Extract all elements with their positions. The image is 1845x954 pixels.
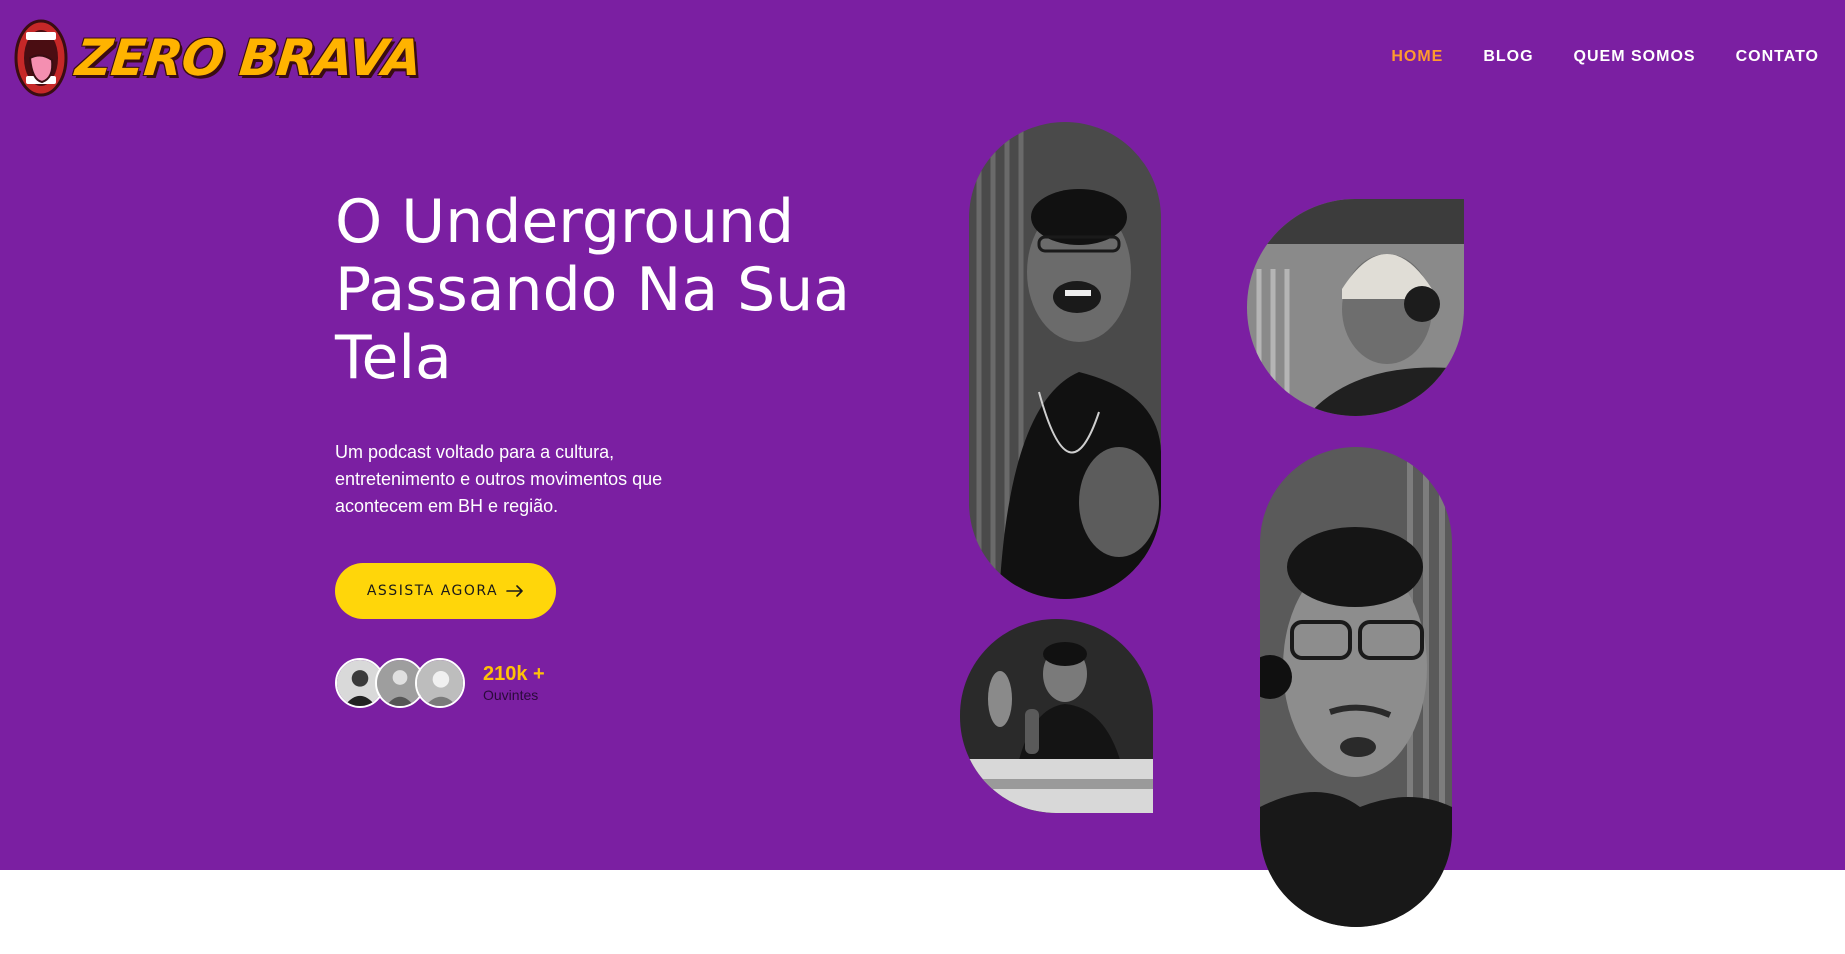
hero-title-line: O Underground [335,187,795,257]
nav-home[interactable]: HOME [1391,48,1443,66]
host-photo-laughing [969,122,1161,599]
avatar-group [335,658,465,708]
listeners-stats: 210k + Ouvintes [483,662,545,704]
hero-title-line: Tela [335,323,452,393]
nav-quem-somos[interactable]: QUEM SOMOS [1574,48,1696,66]
nav-blog[interactable]: BLOG [1483,48,1533,66]
avatar [415,658,465,708]
hero-section: ZERO BRAVA HOME BLOG QUEM SOMOS CONTATO … [0,0,1845,927]
hero-title-line: Passando Na Sua [335,255,851,325]
listeners-label: Ouvintes [483,687,539,703]
main-nav: HOME BLOG QUEM SOMOS CONTATO [1391,48,1819,66]
page: ZERO BRAVA HOME BLOG QUEM SOMOS CONTATO … [0,0,1845,954]
watch-now-button[interactable]: ASSISTA AGORA [335,563,556,619]
logo[interactable]: ZERO BRAVA [14,18,424,98]
mouth-tongue-icon [14,19,68,97]
hero-description: Um podcast voltado para a cultura, entre… [335,442,663,516]
logo-text: ZERO BRAVA [72,29,424,87]
host-photo-profile [1247,199,1464,416]
watch-now-label: ASSISTA AGORA [366,583,499,599]
host-photo-glasses [1260,447,1452,927]
nav-contato[interactable]: CONTATO [1736,48,1819,66]
listeners-count: 210k + [483,663,545,685]
arrow-right-icon [506,585,523,597]
host-photo-microphone [960,619,1153,813]
hero-title: O Underground Passando Na Sua Tela [335,188,935,392]
listeners-block: 210k + Ouvintes [335,658,545,708]
